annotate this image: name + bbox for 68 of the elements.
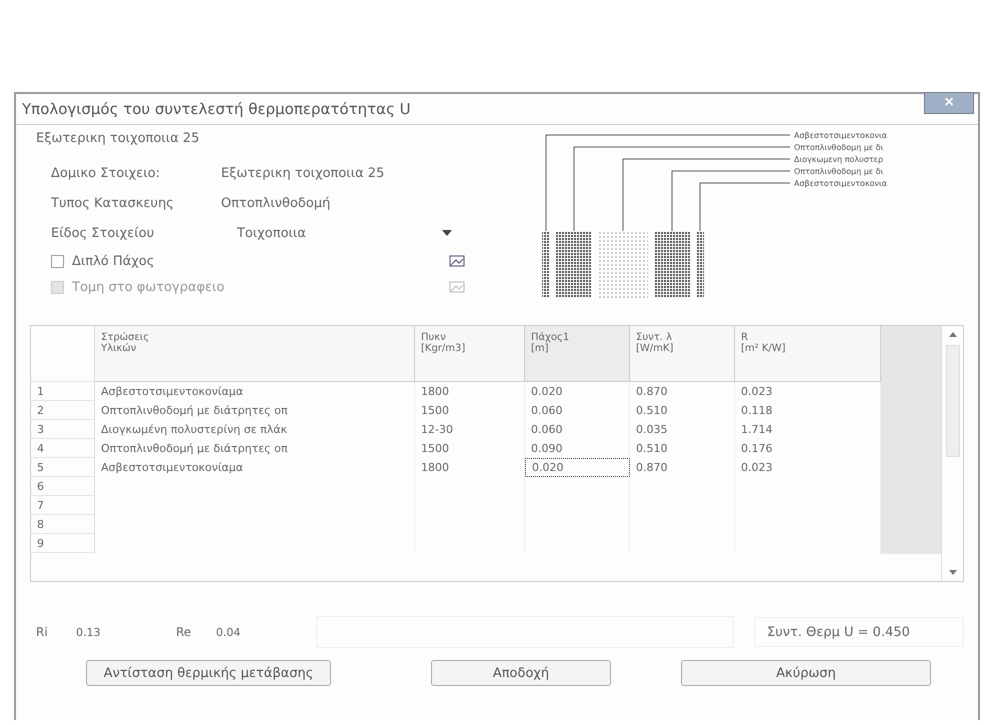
field-value: Εξωτερικη τοιχοποιια 25 [221,166,384,180]
column-header[interactable]: Στρώσεις Υλικών [95,326,415,382]
row-number: 3 [31,420,95,439]
column-header[interactable]: Πάχος1 [m] [525,326,630,382]
table-cell: 0.060 [525,401,630,420]
field-label: Είδος Στοιχείου [51,226,156,240]
scroll-down-icon[interactable] [948,570,956,575]
table-cell: 0.870 [630,458,735,477]
checkbox[interactable] [51,254,64,268]
field-label: Δομικο Στοιχειο: [51,166,161,180]
field-value: Οπτοπλινθοδομή [221,196,330,210]
checkbox-label: Τομη στο φωτογραφειο [72,280,226,294]
table-cell: Διογκωμένη πολυστερίνη σε πλάκ [95,420,415,439]
dialog-button[interactable]: Αποδοχή [431,660,611,686]
table-cell: 0.035 [630,420,735,439]
layer-label: Οπτοπλινθοδομη με δι [794,167,884,176]
type-dropdown[interactable]: Τοιχοποιια [221,226,452,240]
table-cell: 1800 [415,382,525,401]
table-cell: Ασβεστοτσιμεντοκονίαμα [95,382,415,401]
checkbox-label: Διπλό Πάχος [72,254,156,268]
window-title: Υπολογισμός του συντελεστή θερμοπερατότητας U [22,100,411,118]
table-cell: 12-30 [415,420,525,439]
table-cell: 0.090 [525,439,630,458]
row-number: 2 [31,401,95,420]
table-cell: 0.020 [525,382,630,401]
row-number: 8 [31,515,95,534]
layer-label: Διογκωμενη πολυστερ [794,155,884,164]
dialog-button[interactable]: Ακύρωση [681,660,931,686]
dialog-button[interactable]: Αντίσταση θερμικής μετάβασης [86,660,331,686]
column-header[interactable]: Συντ. λ [W/mK] [630,326,735,382]
column-header[interactable]: R [m² K/W] [735,326,881,382]
ri-label: Ri [36,625,49,639]
row-number: 1 [31,382,95,401]
ri-value: 0.13 [76,626,102,638]
column-header[interactable]: Πυκν [Kgr/m3] [415,326,525,382]
wall-layer [542,232,550,298]
table-cell: 0.060 [525,420,630,439]
table-cell: 1800 [415,458,525,477]
wall-layer [654,232,690,298]
table-cell: Οπτοπλινθοδομή με διάτρητες οπ [95,401,415,420]
group-title: Εξωτερικη τοιχοποιια 25 [36,131,200,146]
table-cell: 0.870 [630,382,735,401]
table-cell: 1500 [415,439,525,458]
wall-layer [696,232,704,298]
wall-layer [598,232,648,298]
row-number: 7 [31,496,95,515]
wall-layer [556,232,592,298]
re-value: 0.04 [216,626,242,638]
table-cell: Οπτοπλινθοδομή με διάτρητες οπ [95,439,415,458]
scrollbar[interactable] [941,326,963,581]
layer-label: Οπτοπλινθοδομη με δι [794,143,884,152]
table-cell: Ασβεστοτσιμεντοκονίαμα [95,458,415,477]
table-cell: 0.020 [525,458,630,477]
table-cell: 1500 [415,401,525,420]
caret-icon [442,230,452,236]
table-cell: 0.510 [630,401,735,420]
re-label: Re [176,625,192,639]
row-number: 6 [31,477,95,496]
scroll-up-icon[interactable] [948,332,956,337]
row-number: 9 [31,534,95,553]
image-icon[interactable] [447,253,467,269]
u-value-result: Συντ. Θερμ U = 0.450 [754,617,964,647]
layer-label: Ασβεστοτσιμεντοκονια [794,131,887,140]
row-number: 4 [31,439,95,458]
layer-label: Ασβεστοτσιμεντοκονια [794,179,887,188]
field-label: Τυπος Κατασκευης [51,196,175,210]
row-number: 5 [31,458,95,477]
table-cell: 0.510 [630,439,735,458]
